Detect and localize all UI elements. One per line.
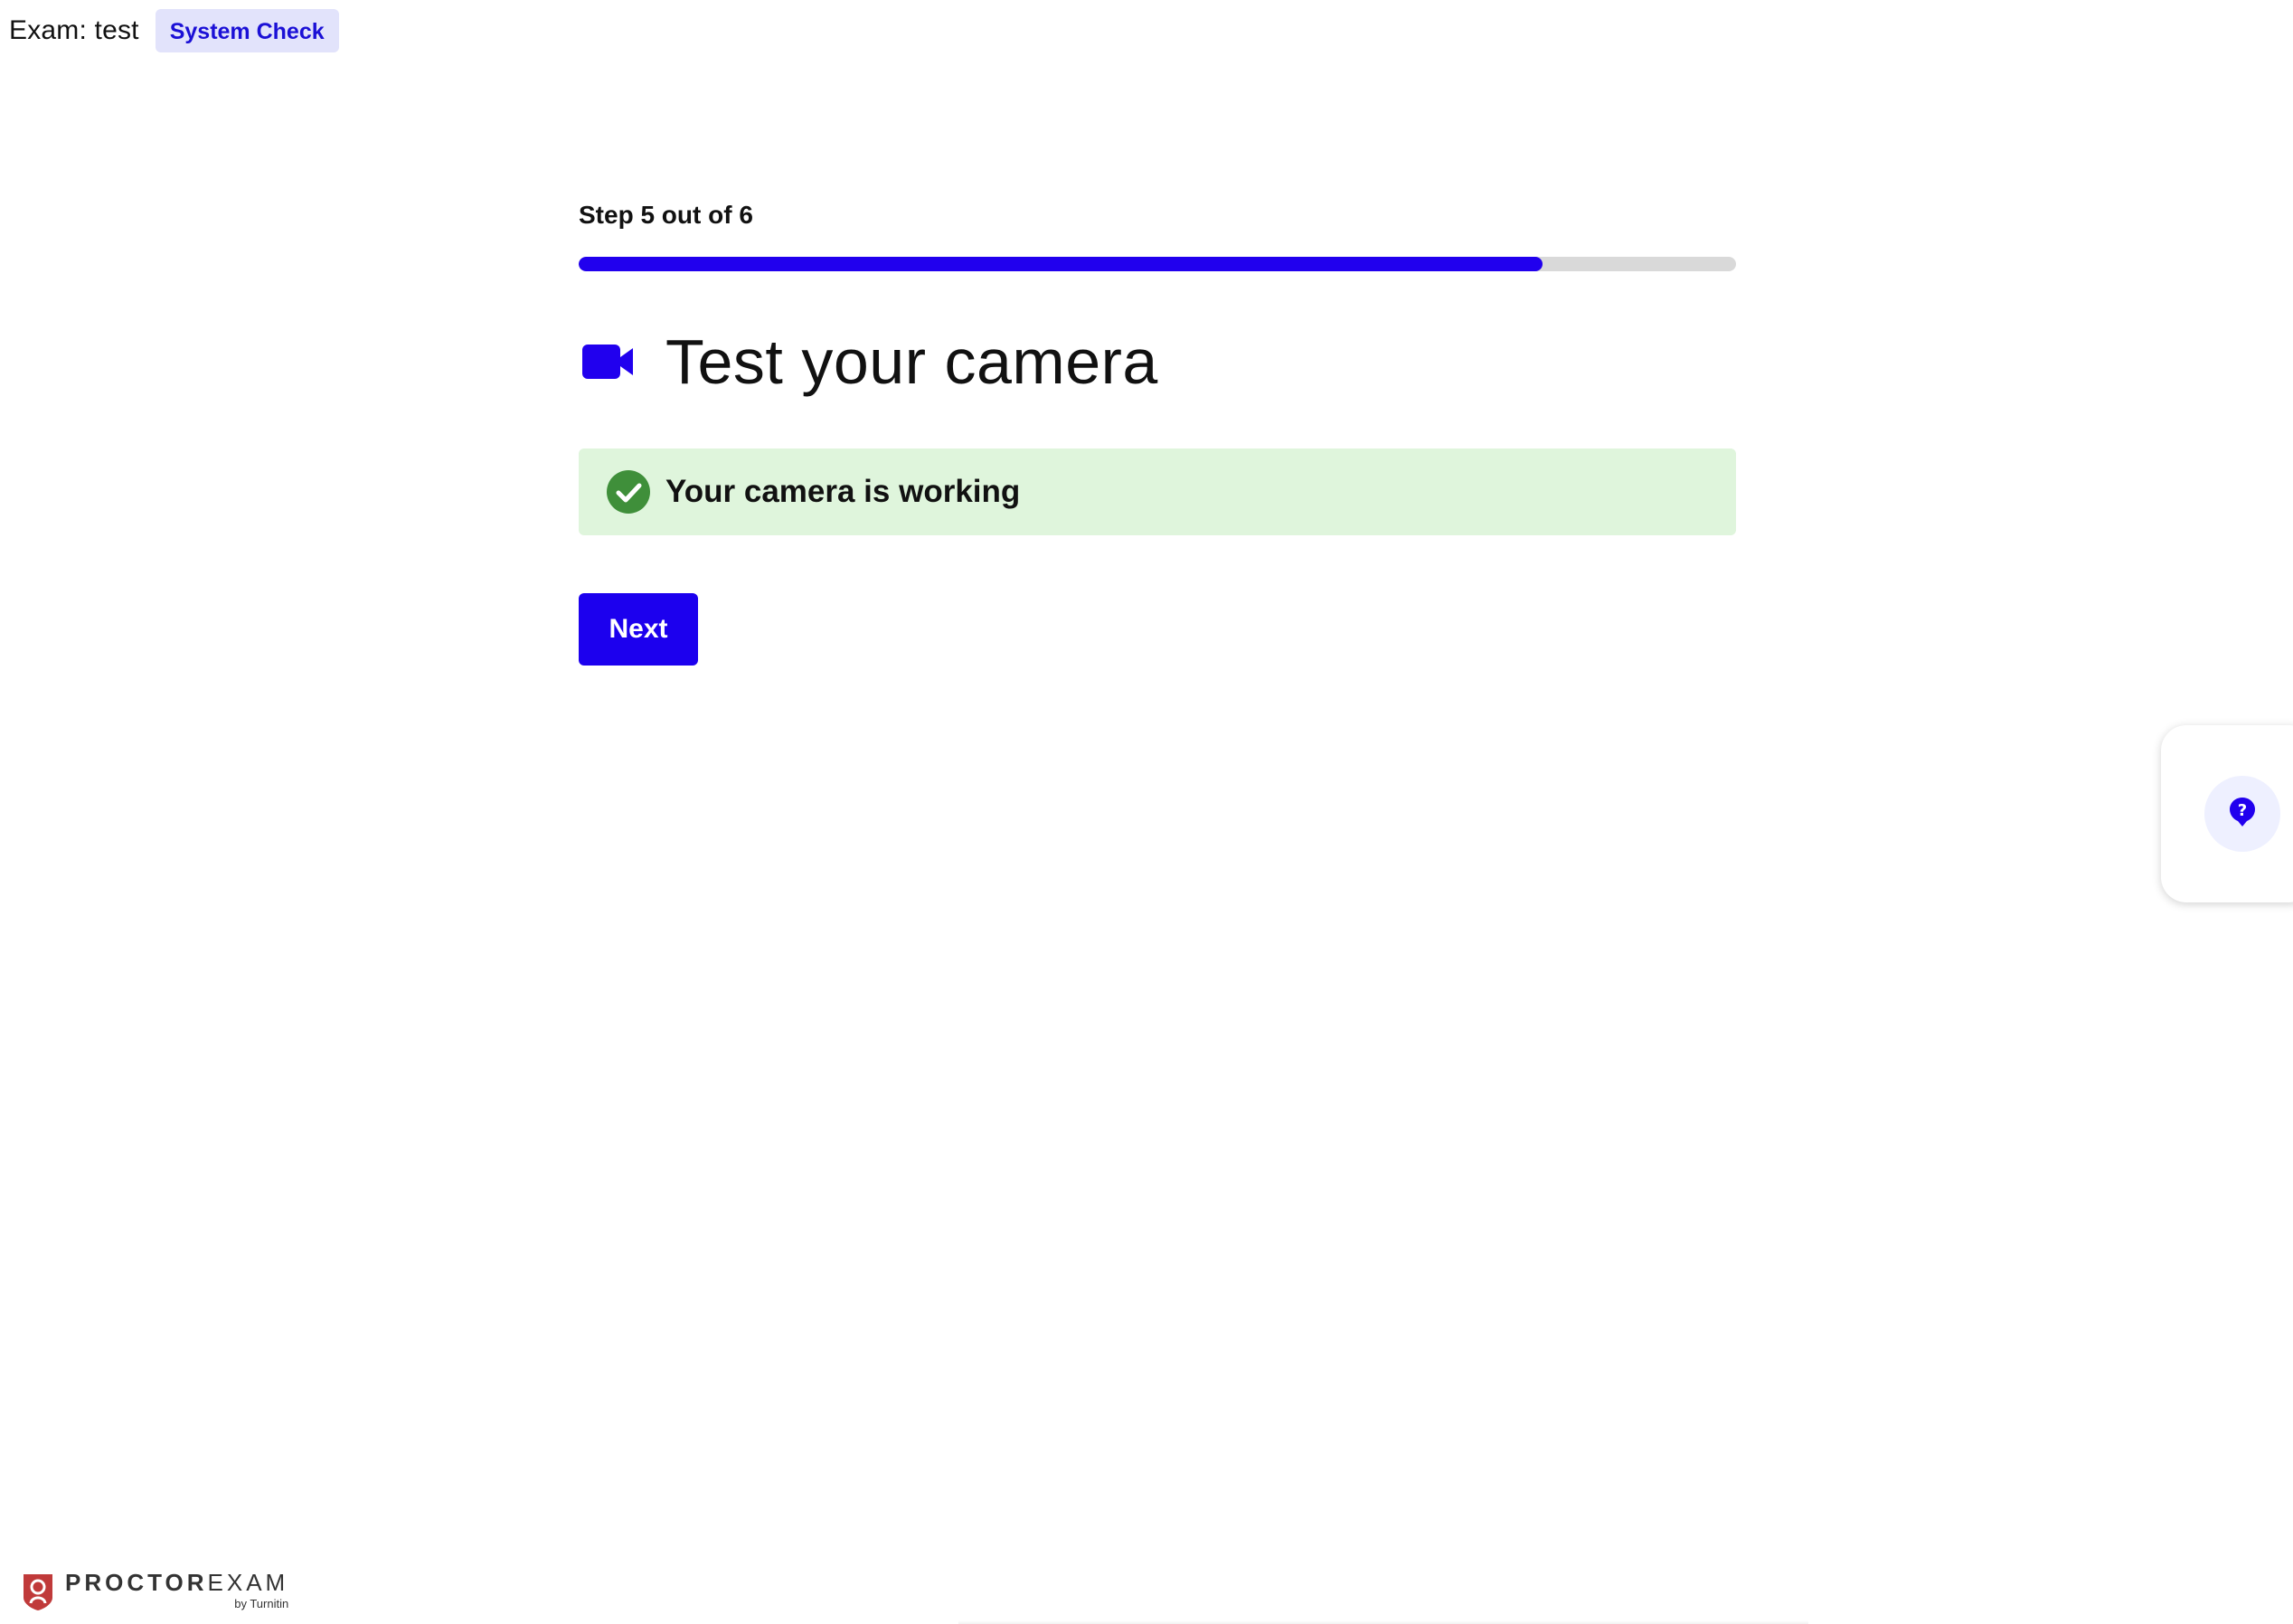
logo-text-group: PROCTOREXAM by Turnitin — [65, 1570, 288, 1611]
camera-status-text: Your camera is working — [665, 474, 1021, 509]
progress-bar-fill — [579, 257, 1543, 271]
help-button[interactable]: ? — [2204, 776, 2280, 852]
help-panel: ? — [2161, 725, 2293, 902]
bottom-edge-shadow — [958, 1620, 1808, 1624]
camera-status-banner: Your camera is working — [579, 448, 1736, 535]
system-check-badge: System Check — [155, 9, 339, 52]
logo-wordmark: PROCTOREXAM — [65, 1570, 288, 1595]
page-title: Test your camera — [665, 326, 1158, 397]
top-bar: Exam: test System Check — [9, 9, 339, 52]
video-camera-icon — [579, 340, 638, 383]
logo-wordmark-light: EXAM — [207, 1569, 289, 1596]
check-circle-icon — [606, 469, 651, 515]
help-question-icon: ? — [2229, 797, 2256, 832]
exam-title: Exam: test — [9, 15, 139, 45]
logo-subtitle: by Turnitin — [234, 1597, 289, 1610]
title-row: Test your camera — [579, 324, 1736, 400]
step-label: Step 5 out of 6 — [579, 201, 753, 229]
next-button[interactable]: Next — [579, 593, 698, 666]
main-content: Step 5 out of 6 Test your camera Your ca… — [579, 194, 1736, 666]
proctorexam-logo-icon — [20, 1571, 56, 1610]
proctorexam-logo: PROCTOREXAM by Turnitin — [20, 1570, 288, 1611]
logo-wordmark-strong: PROCTOR — [65, 1569, 208, 1596]
page: Exam: test System Check Step 5 out of 6 … — [0, 0, 2293, 1624]
svg-text:?: ? — [2238, 801, 2247, 820]
progress-bar — [579, 257, 1736, 271]
